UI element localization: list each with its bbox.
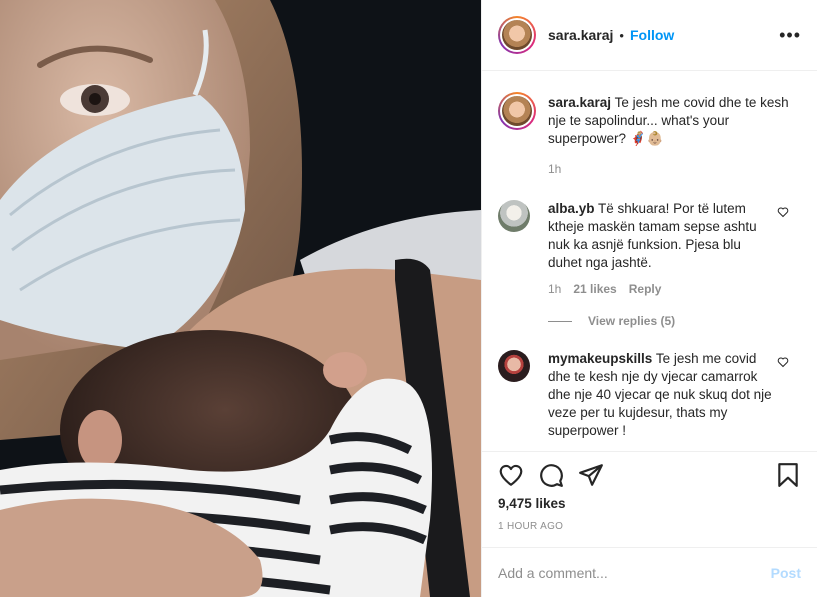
comment-like-icon[interactable] — [777, 356, 789, 368]
commenter-avatar[interactable] — [498, 200, 530, 232]
caption-time[interactable]: 1h — [548, 162, 561, 176]
follow-button[interactable]: Follow — [630, 27, 674, 43]
post-button[interactable]: Post — [771, 565, 801, 581]
reply-button[interactable]: Reply — [629, 282, 662, 296]
caption-username[interactable]: sara.karaj — [548, 95, 611, 110]
comment-item: mymakeupskills Te jesh me covid dhe te k… — [482, 350, 817, 440]
caption-avatar[interactable] — [498, 92, 536, 130]
separator-dot: • — [619, 27, 624, 43]
add-comment-bar: Post — [482, 547, 817, 597]
comment-likes[interactable]: 21 likes — [573, 282, 616, 296]
comments-section[interactable]: sara.karaj Te jesh me covid dhe te kesh … — [482, 72, 817, 450]
view-replies-button[interactable]: View replies (5) — [548, 314, 817, 328]
comment-input[interactable] — [498, 564, 771, 581]
post-timestamp[interactable]: 1 HOUR AGO — [498, 521, 563, 532]
comment-item: alba.yb Të shkuara! Por të lutem ktheje … — [482, 200, 817, 296]
bookmark-icon[interactable] — [775, 462, 801, 488]
author-username[interactable]: sara.karaj — [548, 27, 613, 43]
caption: sara.karaj Te jesh me covid dhe te kesh … — [482, 92, 817, 176]
share-icon[interactable] — [578, 462, 604, 488]
replies-line — [548, 320, 572, 322]
post-actions — [482, 451, 817, 497]
view-replies-label: View replies (5) — [588, 314, 676, 328]
like-count[interactable]: 9,475 likes — [498, 496, 566, 511]
post-photo[interactable] — [0, 0, 481, 597]
commenter-avatar[interactable] — [498, 350, 530, 382]
comment-like-icon[interactable] — [777, 206, 789, 218]
comment-username[interactable]: mymakeupskills — [548, 351, 652, 366]
author-avatar[interactable] — [498, 16, 536, 54]
comment-icon[interactable] — [538, 462, 564, 488]
more-options-icon[interactable]: ••• — [779, 26, 801, 44]
heart-icon[interactable] — [498, 462, 524, 488]
caption-emoji: 🦸🏼‍♀️👶🏼 — [629, 131, 664, 146]
post-panel: sara.karaj • Follow ••• sara.karaj Te je… — [481, 0, 817, 597]
comment-time[interactable]: 1h — [548, 282, 561, 296]
post-header: sara.karaj • Follow ••• — [482, 0, 817, 71]
comment-username[interactable]: alba.yb — [548, 201, 595, 216]
